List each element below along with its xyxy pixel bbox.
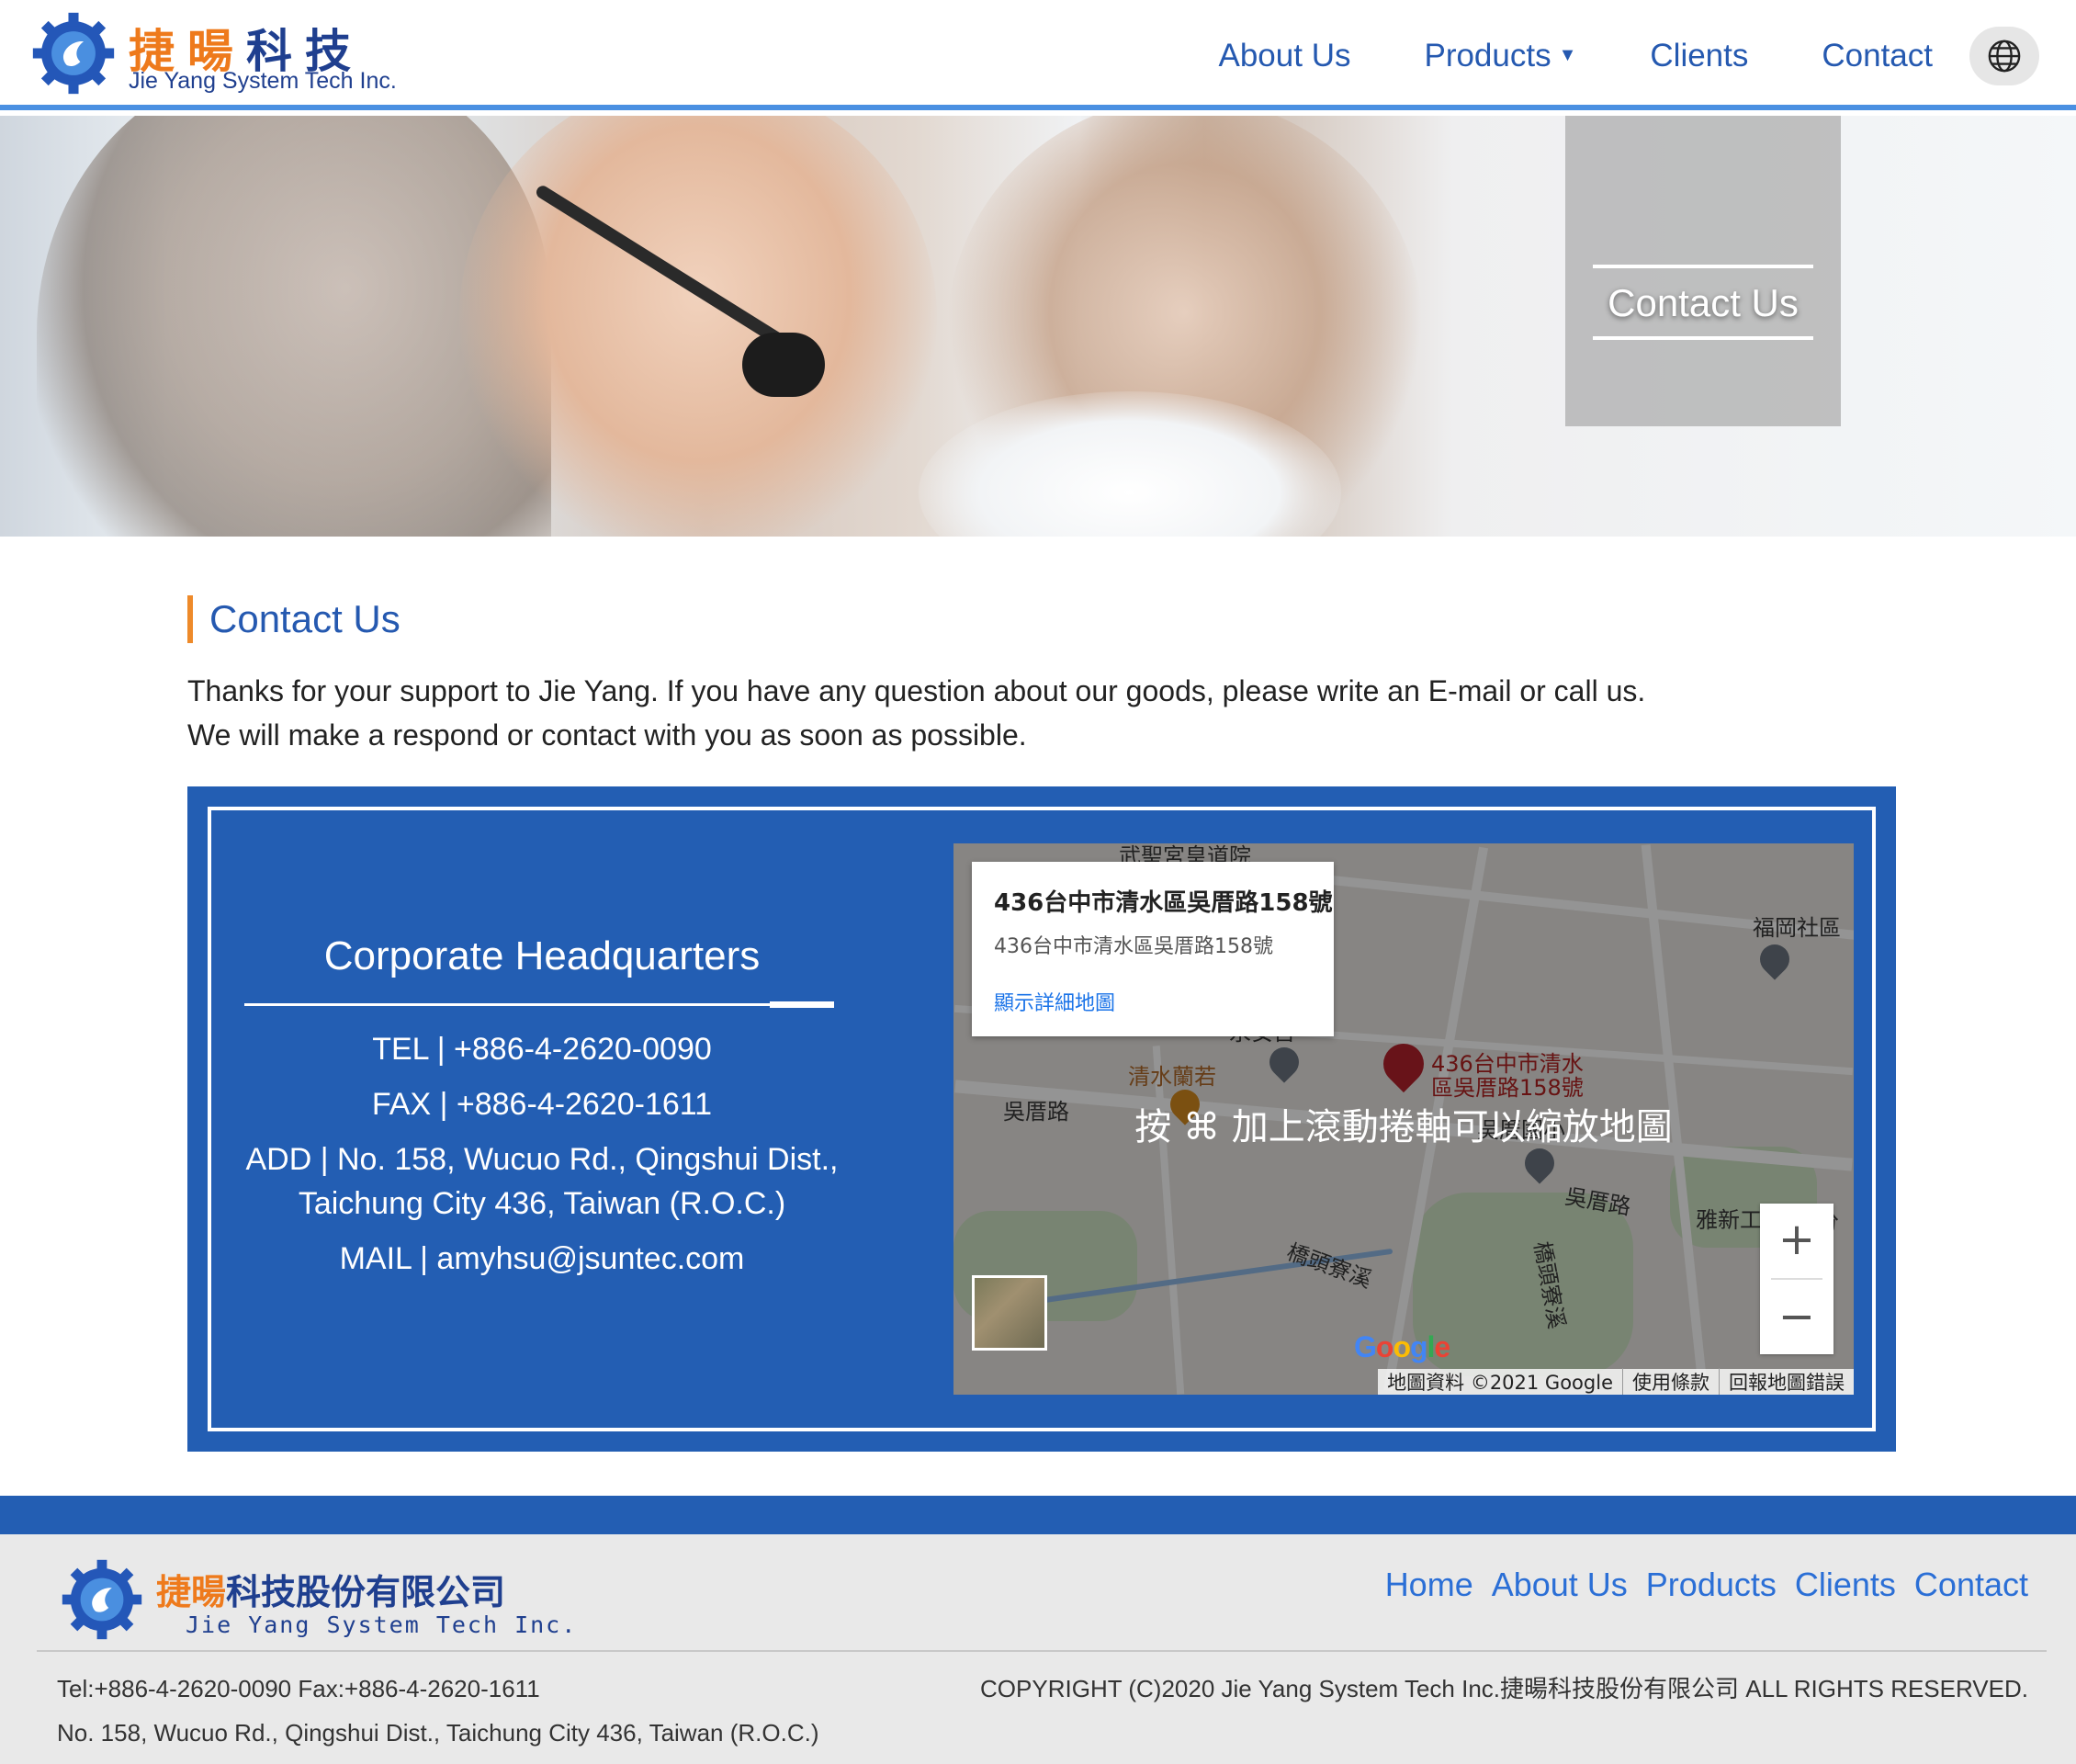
hero-title: Contact Us — [1608, 281, 1799, 324]
footer-contact-info: Tel:+886-4-2620-0090 Fax:+886-4-2620-161… — [57, 1667, 819, 1755]
headquarters-divider-accent — [770, 1001, 834, 1008]
footer-nav-contact[interactable]: Contact — [1914, 1566, 2028, 1604]
headquarters-frame: Corporate Headquarters TEL | +886-4-2620… — [208, 807, 1876, 1431]
intro-text: Thanks for your support to Jie Yang. If … — [187, 669, 1914, 757]
headquarters-details: TEL | +886-4-2620-0090 FAX | +886-4-2620… — [230, 1027, 854, 1292]
footer-divider — [37, 1650, 2047, 1652]
map-report-error-link[interactable]: 回報地圖錯誤 — [1719, 1368, 1854, 1395]
hero-title-rule-top — [1593, 265, 1813, 268]
map-zoom-separator — [1771, 1278, 1822, 1280]
nav-products[interactable]: Products ▼ — [1424, 38, 1576, 74]
map-scroll-hint: 按 ⌘ 加上滾動捲軸可以縮放地圖 — [1134, 1106, 1673, 1148]
map-attribution: 地圖資料 ©2021 Google 使用條款 回報地圖錯誤 — [1378, 1368, 1854, 1395]
hq-address-line-2: Taichung City 436, Taiwan (R.O.C.) — [298, 1186, 786, 1221]
nav-contact[interactable]: Contact — [1822, 38, 1933, 74]
intro-line-2: We will make a respond or contact with y… — [187, 718, 1027, 752]
gear-logo-icon — [32, 12, 115, 95]
map-info-card: 436台中市清水區吳厝路158號 436台中市清水區吳厝路158號 顯示詳細地圖 — [972, 862, 1334, 1036]
headquarters-divider — [244, 1003, 832, 1006]
hq-mail[interactable]: MAIL | amyhsu@jsuntec.com — [230, 1237, 854, 1281]
footer-nav-clients[interactable]: Clients — [1795, 1566, 1896, 1604]
footer-phone-fax: Tel:+886-4-2620-0090 Fax:+886-4-2620-161… — [57, 1675, 540, 1702]
footer-copyright: COPYRIGHT (C)2020 Jie Yang System Tech I… — [980, 1675, 2028, 1702]
map-zoom-in-button[interactable]: + — [1760, 1204, 1833, 1277]
nav-clients[interactable]: Clients — [1650, 38, 1748, 74]
map-card-link[interactable]: 顯示詳細地圖 — [994, 987, 1115, 1016]
map-card-address: 436台中市清水區吳厝路158號 — [994, 935, 1273, 958]
footer-company-zh: 捷暘科技股份有限公司 — [156, 1572, 506, 1612]
map-satellite-toggle[interactable] — [972, 1275, 1047, 1351]
footer-nav-about-us[interactable]: About Us — [1492, 1566, 1628, 1604]
hq-address-line-1: ADD | No. 158, Wucuo Rd., Qingshui Dist.… — [245, 1142, 839, 1177]
intro-line-1: Thanks for your support to Jie Yang. If … — [187, 674, 1646, 707]
caret-down-icon: ▼ — [1558, 45, 1577, 65]
globe-icon — [1988, 40, 2021, 73]
map-terms-link[interactable]: 使用條款 — [1622, 1368, 1719, 1395]
map-data-credit: 地圖資料 ©2021 Google — [1387, 1372, 1613, 1394]
footer-nav: Home About Us Products Clients Contact — [1367, 1566, 2028, 1604]
hero-title-rule-bottom — [1593, 336, 1813, 340]
footer-nav-home[interactable]: Home — [1385, 1566, 1473, 1604]
map-zoom-out-button[interactable]: − — [1760, 1281, 1833, 1354]
language-button[interactable] — [1969, 27, 2039, 85]
headquarters-panel: Corporate Headquarters TEL | +886-4-2620… — [187, 786, 1896, 1452]
map-card-title: 436台中市清水區吳厝路158號 — [994, 889, 1333, 917]
footer-band — [0, 1496, 2076, 1534]
gear-logo-icon — [62, 1559, 142, 1640]
google-logo[interactable]: Google — [1354, 1330, 1450, 1364]
section-title: Contact Us — [187, 595, 401, 643]
site-header: 捷暘科技 Jie Yang System Tech Inc. About Us … — [0, 0, 2076, 110]
site-footer: 捷暘科技股份有限公司 Jie Yang System Tech Inc. Hom… — [0, 1534, 2076, 1764]
site-logo[interactable]: 捷暘科技 Jie Yang System Tech Inc. — [31, 9, 417, 101]
nav-about-us[interactable]: About Us — [1219, 38, 1351, 74]
hq-fax: FAX | +886-4-2620-1611 — [371, 1087, 713, 1122]
map-zoom-controls: + − — [1760, 1204, 1833, 1354]
logo-english-name: Jie Yang System Tech Inc. — [129, 68, 397, 94]
hero-photo-face — [459, 116, 937, 537]
hero-photo-microphone — [742, 333, 825, 397]
hero-title-box: Contact Us — [1565, 116, 1841, 426]
main-nav: About Us Products ▼ Clients Contact — [1145, 24, 2039, 88]
footer-nav-products[interactable]: Products — [1646, 1566, 1777, 1604]
footer-company-en: Jie Yang System Tech Inc. — [186, 1611, 578, 1638]
hq-tel: TEL | +886-4-2620-0090 — [372, 1032, 712, 1067]
footer-address: No. 158, Wucuo Rd., Qingshui Dist., Taic… — [57, 1719, 819, 1747]
hero-banner: Contact Us — [0, 116, 2076, 537]
footer-logo[interactable]: 捷暘科技股份有限公司 Jie Yang System Tech Inc. — [61, 1556, 575, 1648]
google-map[interactable]: 武聖宮皇道院 福岡社區 永安宮 清水蘭若 吳厝路 吳厝國小 436台中市清水 區… — [953, 843, 1854, 1395]
headquarters-title: Corporate Headquarters — [323, 933, 761, 978]
